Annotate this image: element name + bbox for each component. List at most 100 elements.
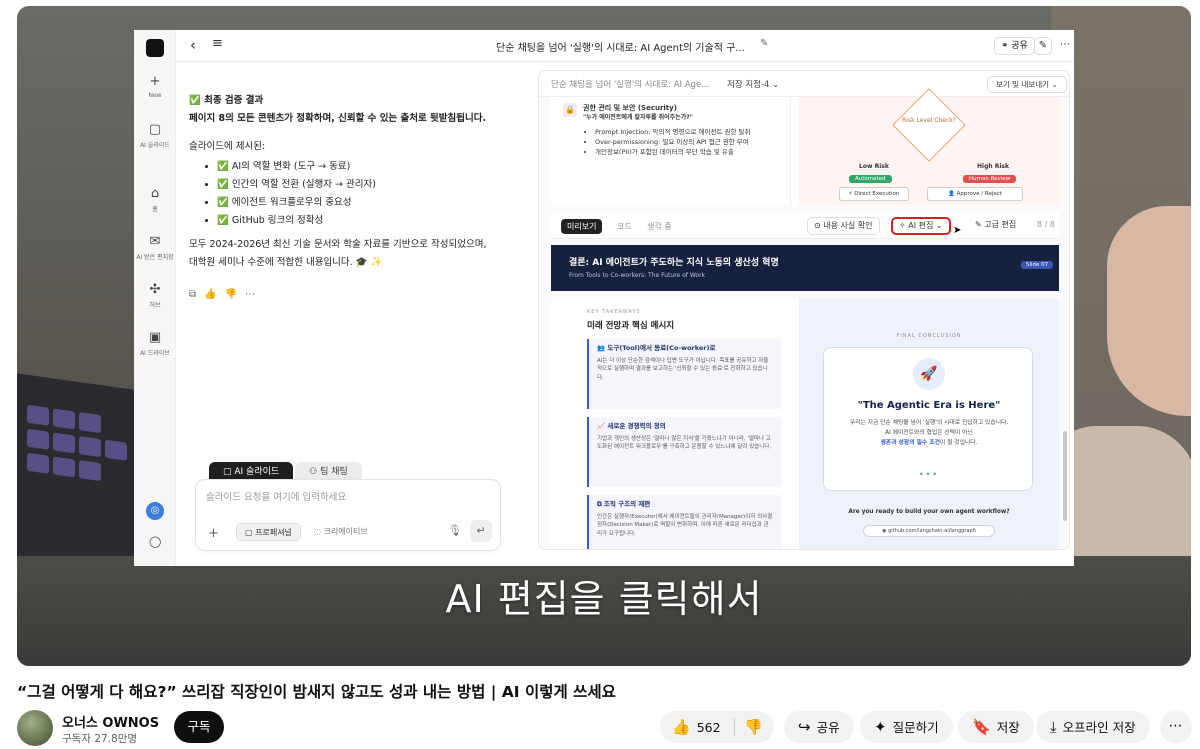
channel-avatar[interactable]: [17, 710, 53, 746]
result-heading: ✅ 최종 검증 결과: [189, 95, 264, 106]
menu-icon[interactable]: ≡: [212, 36, 223, 51]
bolt-icon: ⚡: [848, 191, 853, 197]
takeaway-card: 👥 도구(Tool)에서 동료(Co-worker)로 AI는 더 이상 단순한…: [587, 339, 781, 409]
workspace-avatar[interactable]: ◎: [146, 502, 164, 520]
mic-icon[interactable]: 🎙: [448, 524, 462, 537]
sidebar-item-home[interactable]: ⌂ 홈: [134, 186, 176, 213]
user-icon: 👤: [948, 191, 955, 197]
user-icon[interactable]: ◯: [149, 535, 161, 548]
chevron-down-icon: ⌄: [772, 80, 780, 90]
mouse-cursor-icon: ➤: [953, 225, 962, 236]
list-item: 개인정보(PII)가 포함된 데이터의 무단 학습 및 유출: [595, 147, 780, 157]
sidebar-item-ai-slides[interactable]: ▢ AI 슬라이드: [134, 122, 176, 149]
list-item: ✅ GitHub 링크의 정확성: [217, 212, 509, 230]
result-intro: 슬라이드에 제시된:: [189, 141, 266, 152]
share-button[interactable]: ↪ 공유: [784, 711, 854, 743]
risk-flow-diagram: Risk Level Check? Low Risk High Risk Aut…: [799, 88, 1059, 205]
slides-doc-title: 단순 채팅을 넘어 '실행'의 시대로: AI Age...: [551, 80, 710, 90]
bookmark-icon: 🔖: [972, 718, 991, 736]
more-actions-icon[interactable]: ⋯: [245, 289, 263, 300]
thumbs-up-icon[interactable]: 👍: [204, 289, 224, 300]
slide-toolbar: 미리보기 코드 생각 중 ⊙ 내용 사실 확인 ✧ AI 편집 ⌄ ➤ ✎ 고급…: [551, 213, 1059, 239]
briefcase-icon: ▢: [245, 528, 256, 537]
subscribe-button[interactable]: 구독: [174, 711, 224, 743]
drive-icon: ▣: [148, 330, 162, 345]
rename-icon[interactable]: ✎: [760, 38, 768, 49]
app-logo[interactable]: [146, 39, 164, 57]
list-item: ✅ 인간의 역할 전환 (실행자 → 관리자): [217, 176, 509, 194]
slides-icon: ▢: [148, 122, 162, 137]
send-button[interactable]: ↵: [470, 520, 492, 542]
message-actions: ⧉👍👎⋯: [189, 286, 509, 304]
subscriber-count: 구독자 27.8만명: [62, 733, 138, 745]
list-item: ✅ AI의 역할 변화 (도구 → 동료): [217, 158, 509, 176]
carousel-dots: •••: [918, 470, 940, 479]
more-icon[interactable]: ⋯: [1056, 37, 1074, 55]
slide-number-badge: Slide 07: [1021, 261, 1054, 269]
thumbs-up-icon: 👍: [672, 718, 691, 736]
conclusion-column: FINAL CONCLUSION 🚀 "The Agentic Era is H…: [799, 299, 1059, 549]
version-selector[interactable]: 저장 지점-4 ⌄: [727, 78, 779, 90]
slide-7-preview[interactable]: 🔒 권한 관리 및 보안 (Security) "누가 에이전트에게 칼자루를 …: [551, 88, 1059, 205]
ask-button[interactable]: ✦ 질문하기: [860, 711, 953, 743]
github-link[interactable]: ◉ github.com/langchain-ai/langgraph: [863, 525, 995, 537]
takeaway-card: 📈 새로운 경쟁력의 정의 기업과 개인의 생산성은 '얼마나 많은 지식'을 …: [587, 417, 781, 487]
tab-code[interactable]: 코드: [611, 219, 638, 234]
fact-check-button[interactable]: ⊙ 내용 사실 확인: [807, 217, 880, 235]
slide-title: 결론: AI 에이전트가 주도하는 지식 노동의 생산성 혁명: [569, 258, 779, 268]
slide-8-body: KEY TAKEAWAYS 미래 전망과 핵심 메시지 👥 도구(Tool)에서…: [551, 299, 1059, 549]
mode-professional-button[interactable]: ▢ 프로페셔널: [236, 523, 301, 541]
sidebar-item-drive[interactable]: ▣ AI 드라이브: [134, 330, 176, 357]
tab-preview[interactable]: 미리보기: [561, 219, 603, 234]
list-item: Prompt Injection: 악의적 명령으로 에이전트 권한 탈취: [595, 127, 780, 137]
advanced-edit-button[interactable]: ✎ 고급 편집: [969, 217, 1023, 235]
share-arrow-icon: ↪: [798, 718, 811, 736]
like-dislike-group: 👍 562 👎: [660, 711, 774, 743]
team-icon: ⚇: [309, 467, 321, 477]
security-section: 🔒 권한 관리 및 보안 (Security) "누가 에이전트에게 칼자루를 …: [551, 97, 791, 205]
sparkle-icon: ✦: [874, 718, 887, 736]
check-circle-icon: ⊙: [814, 221, 824, 230]
result-closing-2: 대학원 세미나 수준에 적합한 내용입니다. 🎓 ✨: [189, 257, 383, 268]
palette-icon: ◌: [314, 527, 324, 536]
back-icon[interactable]: ‹: [190, 36, 196, 54]
slides-scrollbar[interactable]: [1063, 431, 1067, 521]
edit-doc-icon[interactable]: ✎: [1034, 37, 1052, 55]
approve-reject-box: 👤 Approve / Reject: [927, 187, 1023, 201]
attach-plus-icon[interactable]: +: [208, 526, 219, 541]
thumbs-down-icon: 👎: [744, 718, 763, 736]
page-counter: 8 / 8: [1037, 220, 1055, 229]
video-caption: AI 편집을 클릭해서: [445, 577, 763, 621]
download-button[interactable]: ⤓ 오프라인 저장: [1036, 711, 1150, 743]
sidebar-item-new[interactable]: + New: [134, 74, 176, 99]
video-player[interactable]: + New ▢ AI 슬라이드 ⌂ 홈 ✉ AI 받은 편지함 ✣ 허브 ▣ AI 드라이브…: [17, 6, 1191, 666]
chat-message: ✅ 최종 검증 결과 페이지 8의 모든 콘텐츠가 정확하며, 신뢰할 수 있는…: [189, 92, 509, 304]
share-button[interactable]: ⚭ 공유: [994, 37, 1035, 55]
dislike-button[interactable]: 👎: [744, 711, 763, 743]
home-icon: ⌂: [150, 186, 160, 201]
composer-input[interactable]: 슬라이드 요청을 여기에 입력하세요: [206, 489, 346, 503]
org-icon: ⧉: [597, 500, 604, 508]
document-title: 단순 채팅을 넘어 '실행'의 시대로: AI Agent의 기술적 구...: [496, 43, 745, 54]
save-button[interactable]: 🔖 저장: [958, 711, 1034, 743]
app-screen: + New ▢ AI 슬라이드 ⌂ 홈 ✉ AI 받은 편지함 ✣ 허브 ▣ AI 드라이브…: [134, 30, 1074, 566]
rocket-icon: 🚀: [913, 358, 945, 390]
thumbs-down-icon[interactable]: 👎: [225, 289, 245, 300]
result-list: ✅ AI의 역할 변화 (도구 → 동료) ✅ 인간의 역할 전환 (실행자 →…: [189, 158, 509, 230]
view-export-button[interactable]: 보기 및 내보내기 ⌄: [987, 76, 1067, 93]
ai-edit-button[interactable]: ✧ AI 편집 ⌄: [891, 217, 951, 235]
mode-creative-button[interactable]: ◌ 크리에이티브: [306, 523, 376, 541]
inbox-icon: ✉: [149, 234, 161, 249]
conclusion-heading: "The Agentic Era is Here": [857, 400, 1001, 411]
list-item: ✅ 에이전트 워크플로우의 중요성: [217, 194, 509, 212]
copy-icon[interactable]: ⧉: [189, 289, 204, 300]
channel-name[interactable]: 오너스 OWNOS: [62, 712, 159, 731]
like-button[interactable]: 👍 562: [672, 711, 721, 744]
more-options-icon[interactable]: ⋯: [1160, 711, 1192, 743]
tab-thinking[interactable]: 생각 중: [641, 219, 678, 234]
sidebar-item-hub[interactable]: ✣ 허브: [134, 282, 176, 309]
list-item: Over-permissioning: 필요 이상의 API 접근 권한 부여: [595, 137, 780, 147]
human-review-badge: Human Review: [963, 175, 1017, 183]
sidebar-item-inbox[interactable]: ✉ AI 받은 편지함: [134, 234, 176, 261]
video-title: “그걸 어떻게 다 해요?” 쓰리잡 직장인이 밤새지 않고도 성과 내는 방법…: [17, 683, 616, 701]
